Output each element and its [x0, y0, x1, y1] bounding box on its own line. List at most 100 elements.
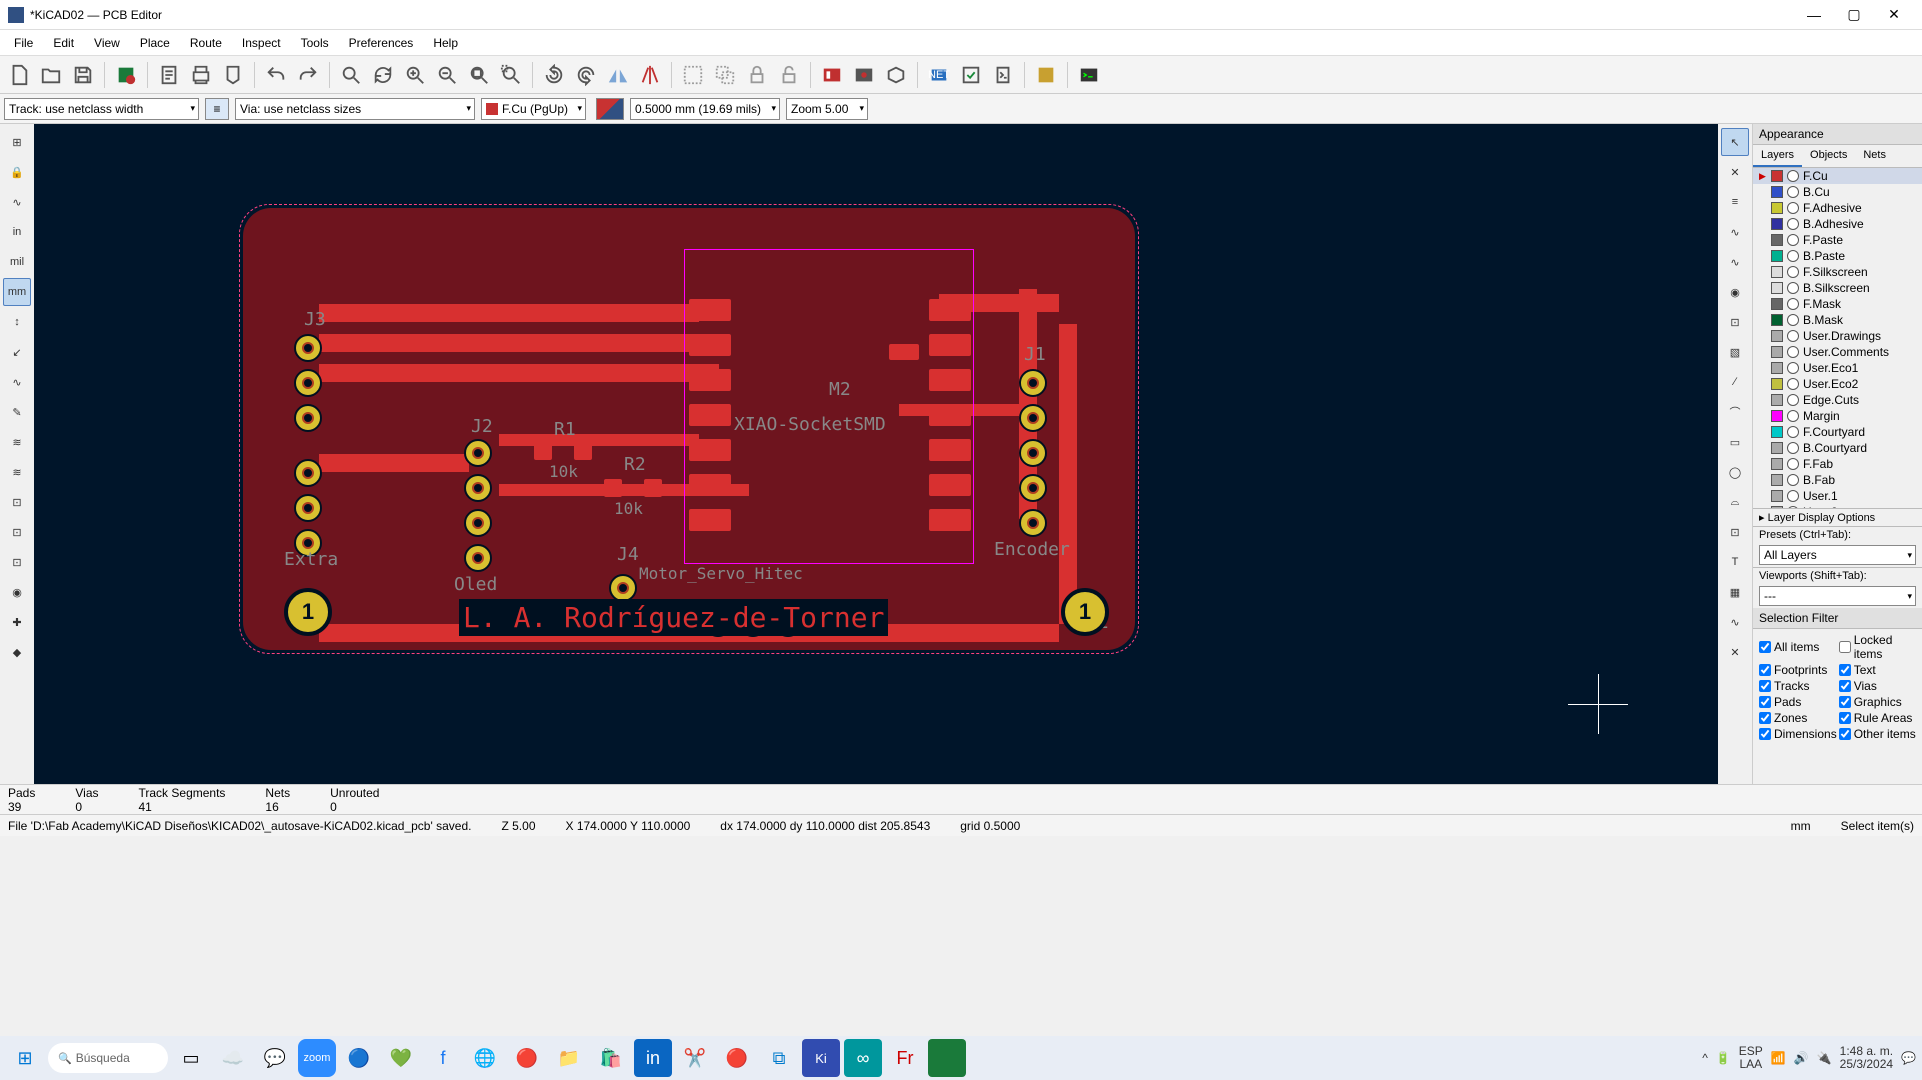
battery-icon[interactable]: 🔋 [1716, 1051, 1731, 1065]
smd-pad[interactable] [929, 439, 971, 461]
pad[interactable] [294, 334, 322, 362]
mounting-hole[interactable]: 1 [284, 588, 332, 636]
3d-view-icon[interactable] [881, 60, 911, 90]
filter-vias[interactable]: Vias [1839, 679, 1916, 693]
minimize-button[interactable]: — [1794, 1, 1834, 29]
layer-User.Drawings[interactable]: User.Drawings [1753, 328, 1922, 344]
right-tool-0[interactable]: ↖ [1721, 128, 1749, 156]
tray-expand-icon[interactable]: ^ [1702, 1051, 1708, 1065]
layer-F.Silkscreen[interactable]: F.Silkscreen [1753, 264, 1922, 280]
vscode-icon[interactable]: ⧉ [760, 1039, 798, 1077]
tab-objects[interactable]: Objects [1802, 145, 1855, 167]
left-tool-7[interactable]: ↙ [3, 338, 31, 366]
right-tool-10[interactable]: ▭ [1721, 428, 1749, 456]
group-icon[interactable] [678, 60, 708, 90]
start-button[interactable]: ⊞ [6, 1039, 44, 1077]
layer-F.Paste[interactable]: F.Paste [1753, 232, 1922, 248]
layer-F.Mask[interactable]: F.Mask [1753, 296, 1922, 312]
smd-pad[interactable] [929, 474, 971, 496]
facebook-icon[interactable]: f [424, 1039, 462, 1077]
weather-icon[interactable]: ☁️ [214, 1039, 252, 1077]
tab-nets[interactable]: Nets [1855, 145, 1894, 167]
rotate-cw-icon[interactable] [571, 60, 601, 90]
filter-other-items[interactable]: Other items [1839, 727, 1916, 741]
layer-list[interactable]: ▶F.CuB.CuF.AdhesiveB.AdhesiveF.PasteB.Pa… [1753, 168, 1922, 508]
smd-pad[interactable] [929, 509, 971, 531]
right-tool-11[interactable]: ◯ [1721, 458, 1749, 486]
layer-B.Adhesive[interactable]: B.Adhesive [1753, 216, 1922, 232]
track-toggle[interactable]: ≡ [205, 98, 229, 120]
right-tool-9[interactable]: ⌒ [1721, 398, 1749, 426]
layer-B.Cu[interactable]: B.Cu [1753, 184, 1922, 200]
pad[interactable] [294, 459, 322, 487]
smd-pad[interactable] [689, 369, 731, 391]
left-tool-6[interactable]: ↕ [3, 308, 31, 336]
zoom-in-icon[interactable] [400, 60, 430, 90]
track[interactable] [499, 434, 699, 446]
left-tool-13[interactable]: ⊡ [3, 518, 31, 546]
pad[interactable] [1019, 439, 1047, 467]
pad[interactable] [294, 494, 322, 522]
linkedin-icon[interactable]: in [634, 1039, 672, 1077]
track[interactable] [319, 364, 719, 382]
taskbar-search[interactable]: 🔍 Búsqueda [48, 1043, 168, 1073]
left-tool-12[interactable]: ⊡ [3, 488, 31, 516]
pad[interactable] [1019, 509, 1047, 537]
menu-help[interactable]: Help [423, 32, 468, 54]
filter-all-items[interactable]: All items [1759, 633, 1837, 661]
right-tool-6[interactable]: ⊡ [1721, 308, 1749, 336]
menu-inspect[interactable]: Inspect [232, 32, 291, 54]
smd-pad[interactable] [644, 479, 662, 497]
store-icon[interactable]: 🛍️ [592, 1039, 630, 1077]
whatsapp-icon[interactable]: 💚 [382, 1039, 420, 1077]
layer-Margin[interactable]: Margin [1753, 408, 1922, 424]
menu-tools[interactable]: Tools [291, 32, 339, 54]
layer-F.Adhesive[interactable]: F.Adhesive [1753, 200, 1922, 216]
right-tool-14[interactable]: T [1721, 548, 1749, 576]
smd-pad[interactable] [534, 442, 552, 460]
left-tool-5[interactable]: mm [3, 278, 31, 306]
menu-edit[interactable]: Edit [43, 32, 84, 54]
filter-graphics[interactable]: Graphics [1839, 695, 1916, 709]
filter-rule-areas[interactable]: Rule Areas [1839, 711, 1916, 725]
open-icon[interactable] [36, 60, 66, 90]
tab-layers[interactable]: Layers [1753, 145, 1802, 167]
smd-pad[interactable] [689, 474, 731, 496]
layerswap-icon[interactable] [596, 98, 624, 120]
clock[interactable]: 1:48 a. m.25/3/2024 [1840, 1045, 1893, 1071]
presets-select[interactable]: All Layers [1759, 545, 1916, 565]
layer-F.Fab[interactable]: F.Fab [1753, 456, 1922, 472]
left-tool-8[interactable]: ∿ [3, 368, 31, 396]
layer-Edge.Cuts[interactable]: Edge.Cuts [1753, 392, 1922, 408]
right-tool-13[interactable]: ⊡ [1721, 518, 1749, 546]
smd-pad[interactable] [689, 509, 731, 531]
left-tool-3[interactable]: in [3, 218, 31, 246]
explorer-icon[interactable]: 📁 [550, 1039, 588, 1077]
pcb-canvas[interactable]: J3 Extra J2 Oled R1 10k R2 10k [34, 124, 1718, 784]
zoom-out-icon[interactable] [432, 60, 462, 90]
undo-icon[interactable] [261, 60, 291, 90]
volume-icon[interactable]: 🔊 [1794, 1051, 1809, 1065]
app-icon[interactable]: 🔵 [340, 1039, 378, 1077]
refresh-icon[interactable] [368, 60, 398, 90]
right-tool-17[interactable]: ✕ [1721, 638, 1749, 666]
pad[interactable] [1019, 369, 1047, 397]
new-icon[interactable] [4, 60, 34, 90]
smd-pad[interactable] [929, 404, 971, 426]
system-tray[interactable]: ^ 🔋 ESPLAA 📶 🔊 🔌 1:48 a. m.25/3/2024 💬 [1702, 1045, 1916, 1071]
smd-pad[interactable] [574, 442, 592, 460]
layer-B.Paste[interactable]: B.Paste [1753, 248, 1922, 264]
left-tool-0[interactable]: ⊞ [3, 128, 31, 156]
print-icon[interactable] [186, 60, 216, 90]
close-button[interactable]: ✕ [1874, 1, 1914, 29]
chrome-icon[interactable]: 🔴 [508, 1039, 546, 1077]
layer-B.Mask[interactable]: B.Mask [1753, 312, 1922, 328]
layer-B.Silkscreen[interactable]: B.Silkscreen [1753, 280, 1922, 296]
pad[interactable] [1019, 404, 1047, 432]
right-tool-16[interactable]: ∿ [1721, 608, 1749, 636]
layer-display-options[interactable]: ▸ Layer Display Options [1753, 508, 1922, 526]
smd-pad[interactable] [689, 334, 731, 356]
zoom-fit-icon[interactable] [464, 60, 494, 90]
right-tool-4[interactable]: ∿ [1721, 248, 1749, 276]
layer-User.Eco2[interactable]: User.Eco2 [1753, 376, 1922, 392]
